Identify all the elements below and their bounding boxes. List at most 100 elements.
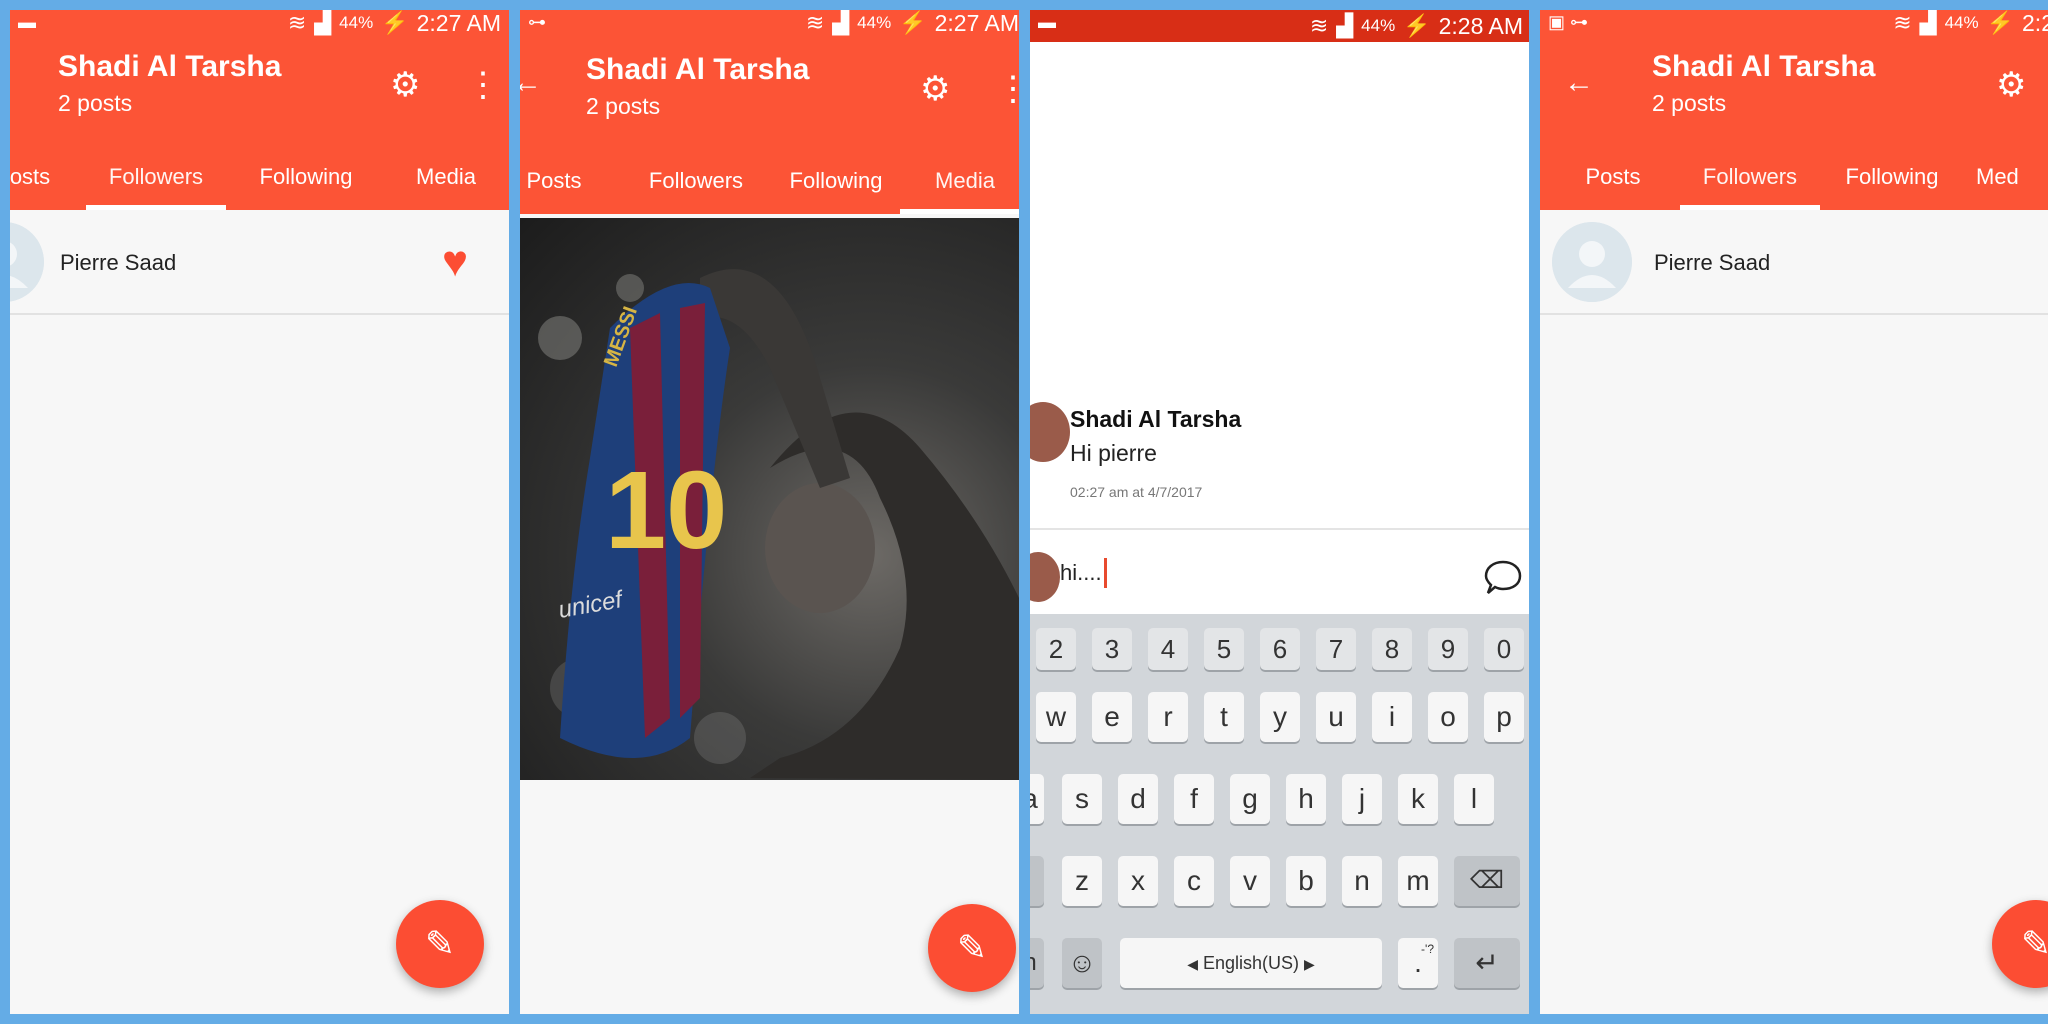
follower-name: Pierre Saad — [1654, 250, 1771, 275]
status-time: 2:27 AM — [934, 10, 1019, 36]
key-g[interactable]: g — [1230, 774, 1270, 824]
tab-followers[interactable]: Followers — [1680, 160, 1820, 210]
keyboard-language-label: English(US) — [1202, 953, 1300, 973]
key-3[interactable]: 3 — [1092, 628, 1132, 670]
emoji-key[interactable]: ☺ — [1062, 938, 1102, 988]
key-p[interactable]: p — [1484, 692, 1524, 742]
heart-icon[interactable]: ♥ — [442, 240, 486, 284]
tab-media[interactable]: Med — [1976, 160, 2048, 210]
key-d[interactable]: d — [1118, 774, 1158, 824]
profile-title: Shadi Al Tarsha — [1652, 50, 1876, 83]
period-key[interactable]: -'? . — [1398, 938, 1438, 988]
media-photo[interactable]: MESSI 10 unicef — [520, 218, 1019, 780]
key-c[interactable]: c — [1174, 856, 1214, 906]
key-s[interactable]: s — [1062, 774, 1102, 824]
space-key[interactable]: ◀ English(US) ▶ — [1120, 938, 1382, 988]
overflow-menu-icon[interactable]: ⋮ — [996, 72, 1019, 106]
compose-button[interactable]: ✎ — [928, 904, 1016, 992]
key-f[interactable]: f — [1174, 774, 1214, 824]
key-9[interactable]: 9 — [1428, 628, 1468, 670]
settings-icon[interactable]: ⚙ — [920, 72, 950, 106]
key-8[interactable]: 8 — [1372, 628, 1412, 670]
key-v[interactable]: v — [1230, 856, 1270, 906]
enter-icon: ↵ — [1475, 947, 1499, 978]
tab-posts[interactable]: osts — [10, 160, 60, 210]
tab-following[interactable]: Following — [1822, 160, 1962, 210]
profile-post-count: 2 posts — [58, 90, 133, 116]
chevron-right-icon: ▶ — [1304, 956, 1315, 972]
key-5[interactable]: 5 — [1204, 628, 1244, 670]
tab-followers[interactable]: Followers — [626, 164, 766, 214]
status-bar: ▣ ⊶ ≋ ▟ 44% ⚡ 2:2 — [1540, 10, 2048, 36]
message-input[interactable]: hi.... — [1060, 558, 1107, 588]
wifi-icon: ≋ — [1893, 10, 1912, 35]
enter-key[interactable]: ↵ — [1454, 938, 1520, 988]
key-o[interactable]: o — [1428, 692, 1468, 742]
wifi-icon: ≋ — [1309, 13, 1329, 38]
key-i[interactable]: i — [1372, 692, 1412, 742]
app-bar: ▣ ⊶ ≋ ▟ 44% ⚡ 2:2 ← Shadi Al Tarsha 2 po… — [1540, 10, 2048, 210]
battery-charging-icon: ⚡ — [1403, 13, 1431, 38]
avatar — [1030, 552, 1060, 602]
key-h[interactable]: h — [1286, 774, 1326, 824]
back-arrow-icon[interactable]: ← — [1564, 68, 1594, 98]
tab-posts[interactable]: Posts — [520, 164, 594, 214]
key-m[interactable]: m — [1398, 856, 1438, 906]
emoji-icon: ☺ — [1067, 947, 1097, 978]
signal-icon: ▟ — [832, 10, 850, 35]
key-j[interactable]: j — [1342, 774, 1382, 824]
tab-posts[interactable]: Posts — [1558, 160, 1668, 210]
notification-icons: ▣ ⊶ — [1548, 12, 1589, 32]
battery-percent: 44% — [857, 13, 892, 32]
key-t[interactable]: t — [1204, 692, 1244, 742]
symbols-key[interactable]: n — [1030, 938, 1044, 988]
follower-row[interactable]: Pierre Saad — [1540, 210, 2048, 315]
tab-bar: Posts Followers Following Media — [520, 164, 1019, 214]
key-z[interactable]: z — [1062, 856, 1102, 906]
shift-key[interactable] — [1030, 856, 1044, 906]
key-7[interactable]: 7 — [1316, 628, 1356, 670]
settings-icon[interactable]: ⚙ — [1996, 68, 2026, 102]
compose-button[interactable]: ✎ — [1992, 900, 2048, 988]
key-x[interactable]: x — [1118, 856, 1158, 906]
key-w[interactable]: w — [1036, 692, 1076, 742]
tab-media[interactable]: Media — [376, 160, 509, 210]
back-arrow-icon[interactable]: ← — [520, 68, 542, 98]
key-6[interactable]: 6 — [1260, 628, 1300, 670]
key-2[interactable]: 2 — [1036, 628, 1076, 670]
backspace-key[interactable]: ⌫ — [1454, 856, 1520, 906]
profile-post-count: 2 posts — [1652, 90, 1727, 116]
notification-icon: ▬ — [18, 12, 36, 32]
tab-following[interactable]: Following — [236, 160, 376, 210]
speech-bubble-send-icon[interactable] — [1483, 558, 1523, 598]
tab-followers[interactable]: Followers — [86, 160, 226, 210]
follower-row[interactable]: Pierre Saad ♥ — [10, 210, 509, 315]
battery-percent: 44% — [339, 13, 374, 32]
tab-following[interactable]: Following — [766, 164, 906, 214]
key-n[interactable]: n — [1342, 856, 1382, 906]
status-bar: ▬ ≋ ▟ 44% ⚡ 2:27 AM — [10, 10, 509, 36]
key-e[interactable]: e — [1092, 692, 1132, 742]
jersey-number: 10 — [605, 449, 727, 572]
compose-button[interactable]: ✎ — [396, 900, 484, 988]
photo-illustration: MESSI 10 unicef — [538, 269, 1019, 780]
app-bar: ⊶ ≋ ▟ 44% ⚡ 2:27 AM ← Shadi Al Tarsha 2 … — [520, 10, 1019, 214]
key-a[interactable]: a — [1030, 774, 1044, 824]
signal-icon: ▟ — [314, 10, 332, 35]
follower-name: Pierre Saad — [60, 250, 177, 275]
status-bar: ⊶ ≋ ▟ 44% ⚡ 2:27 AM — [520, 10, 1019, 36]
key-y[interactable]: y — [1260, 692, 1300, 742]
key-l[interactable]: l — [1454, 774, 1494, 824]
key-4[interactable]: 4 — [1148, 628, 1188, 670]
overflow-menu-icon[interactable]: ⋮ — [466, 68, 500, 102]
settings-icon[interactable]: ⚙ — [390, 68, 420, 102]
screen-followers-2: ▣ ⊶ ≋ ▟ 44% ⚡ 2:2 ← Shadi Al Tarsha 2 po… — [1540, 10, 2048, 1014]
status-bar: ▬ ≋ ▟ 44% ⚡ 2:28 AM — [1030, 10, 1529, 42]
key-r[interactable]: r — [1148, 692, 1188, 742]
key-0[interactable]: 0 — [1484, 628, 1524, 670]
battery-percent: 44% — [1361, 16, 1396, 35]
key-b[interactable]: b — [1286, 856, 1326, 906]
tab-media[interactable]: Media — [900, 164, 1019, 214]
key-u[interactable]: u — [1316, 692, 1356, 742]
key-k[interactable]: k — [1398, 774, 1438, 824]
